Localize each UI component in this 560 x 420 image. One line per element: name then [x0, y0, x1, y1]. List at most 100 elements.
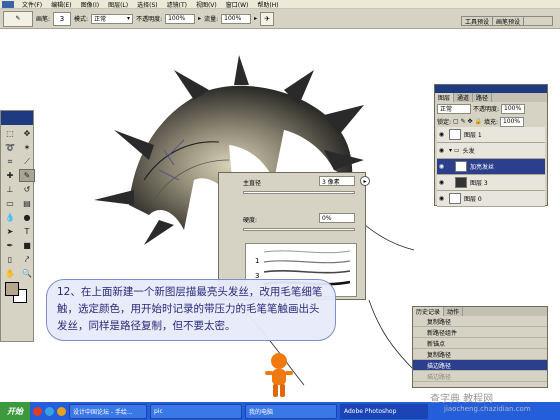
history-item[interactable]: 复制路径: [413, 349, 547, 360]
menu-file[interactable]: 文件(F): [22, 0, 42, 9]
blend-mode-select[interactable]: 正常: [437, 103, 471, 114]
crop-tool-icon[interactable]: ⌗: [2, 155, 18, 168]
palette-well: 工具预设 画笔预设: [461, 16, 553, 26]
opacity-field[interactable]: 100%: [165, 13, 196, 24]
eye-icon[interactable]: ◉: [437, 147, 446, 154]
taskbar-item-label: 我的电脑: [249, 408, 274, 416]
brush-size-value: 3: [59, 14, 65, 23]
menu-select[interactable]: 选择(S): [137, 0, 158, 9]
menu-help[interactable]: 帮助(H): [257, 0, 278, 9]
layer-row[interactable]: ◉ 图层 0: [437, 191, 545, 207]
quicklaunch-icon[interactable]: [33, 406, 42, 416]
mode-select[interactable]: 正常 ▾: [91, 13, 134, 24]
hardness-field[interactable]: 0%: [319, 213, 355, 223]
taskbar-item[interactable]: 设计中国论坛 - 手绘...: [69, 403, 147, 419]
diameter-slider[interactable]: [243, 191, 355, 194]
diameter-field[interactable]: 3 像素: [319, 176, 355, 186]
eye-icon[interactable]: ◉: [437, 195, 446, 202]
eye-icon[interactable]: ◉: [437, 163, 446, 170]
lasso-tool-icon[interactable]: ➰: [2, 141, 18, 154]
brush-size-label: 1: [255, 257, 260, 265]
history-item[interactable]: 新锚点: [413, 338, 547, 349]
toolbox-header[interactable]: [1, 111, 33, 125]
panel-title-bar[interactable]: [435, 85, 547, 93]
menu-filter[interactable]: 滤镜(T): [167, 0, 187, 9]
stamp-tool-icon[interactable]: ⊥: [2, 183, 18, 196]
gradient-tool-icon[interactable]: ▤: [19, 197, 35, 210]
hardness-value: 0%: [322, 214, 332, 222]
quicklaunch-icon[interactable]: [45, 406, 54, 416]
layer-name: 图层 1: [464, 132, 482, 139]
magic-wand-tool-icon[interactable]: ✶: [19, 141, 35, 154]
menu-view[interactable]: 视图(V): [196, 0, 217, 9]
tab-brush-presets[interactable]: 画笔预设: [493, 17, 525, 26]
foreground-color-swatch[interactable]: [5, 282, 19, 296]
fill-field[interactable]: 100%: [499, 116, 524, 127]
quicklaunch-icon[interactable]: [57, 406, 66, 416]
airbrush-icon[interactable]: ✈: [260, 11, 275, 26]
hand-tool-icon[interactable]: ✋: [2, 267, 18, 280]
tab-tool-presets[interactable]: 工具预设: [462, 17, 494, 26]
opacity-label: 不透明度:: [136, 16, 163, 23]
layer-opacity-value: 100%: [504, 105, 522, 112]
eyedropper-tool-icon[interactable]: ⤤: [19, 253, 35, 266]
type-tool-icon[interactable]: T: [19, 225, 35, 238]
tool-preset-picker[interactable]: ✎: [3, 10, 33, 27]
menu-window[interactable]: 窗口(W): [226, 0, 249, 9]
layer-name: 加亮发丝: [470, 164, 495, 171]
lock-icon[interactable]: ▢ ✎ ✥ 🔒: [453, 118, 482, 125]
blur-tool-icon[interactable]: 💧: [2, 211, 18, 224]
layer-row[interactable]: ◉ 图层 3: [437, 175, 545, 191]
eraser-tool-icon[interactable]: ▭: [2, 197, 18, 210]
tab-actions[interactable]: 动作: [444, 307, 464, 316]
layer-opacity-field[interactable]: 100%: [501, 103, 526, 114]
history-brush-tool-icon[interactable]: ↺: [19, 183, 35, 196]
taskbar-item-label: Adobe Photoshop: [344, 407, 397, 415]
history-item[interactable]: 新路径组件: [413, 327, 547, 338]
marquee-tool-icon[interactable]: ⬚: [2, 127, 18, 140]
hardness-slider[interactable]: [243, 228, 355, 231]
popup-menu-arrow-icon[interactable]: ▸: [360, 176, 370, 186]
history-item[interactable]: 复制路径: [413, 316, 547, 327]
shape-tool-icon[interactable]: ■: [19, 239, 35, 252]
pen-tool-icon[interactable]: ✒: [2, 239, 18, 252]
watermark: 查字典 教程网 jiaocheng.chazidian.com: [420, 388, 558, 418]
slice-tool-icon[interactable]: ⟋: [19, 155, 35, 168]
fill-value: 100%: [502, 118, 521, 125]
tab-layers[interactable]: 图层: [435, 93, 455, 102]
eye-icon[interactable]: ◉: [437, 131, 446, 138]
flow-value: 100%: [224, 15, 242, 22]
history-item-selected[interactable]: 描边路径: [413, 360, 547, 371]
layer-name: 图层 3: [470, 180, 488, 187]
brush-picker[interactable]: 3: [53, 11, 72, 26]
history-item-undone[interactable]: 描边路径: [413, 371, 547, 382]
dodge-tool-icon[interactable]: ●: [19, 211, 35, 224]
layer-row[interactable]: ◉ 图层 1: [437, 127, 545, 143]
tab-history[interactable]: 历史记录: [413, 307, 445, 316]
layer-name: 图层 0: [464, 196, 482, 203]
notes-tool-icon[interactable]: ▯: [2, 253, 18, 266]
layer-row-selected[interactable]: ◉ 加亮发丝: [437, 159, 545, 175]
chevron-right-icon[interactable]: ▸: [198, 15, 201, 22]
lock-label: 锁定:: [437, 119, 452, 126]
menu-layer[interactable]: 图层(L): [108, 0, 128, 9]
chevron-right-icon[interactable]: ▸: [254, 15, 257, 22]
menu-edit[interactable]: 编辑(E): [51, 0, 71, 9]
taskbar-item-active[interactable]: Adobe Photoshop: [340, 403, 428, 419]
taskbar-item[interactable]: 我的电脑: [245, 403, 337, 419]
path-select-tool-icon[interactable]: ➤: [2, 225, 18, 238]
menu-image[interactable]: 图像(I): [81, 0, 99, 9]
taskbar-item[interactable]: pic: [150, 403, 242, 419]
zoom-tool-icon[interactable]: 🔍: [19, 267, 35, 280]
tab-paths[interactable]: 路径: [473, 93, 493, 102]
eye-icon[interactable]: ◉: [437, 179, 446, 186]
brush-tool-icon[interactable]: ✎: [19, 169, 35, 182]
start-button[interactable]: 开始: [0, 402, 30, 420]
flow-field[interactable]: 100%: [221, 13, 252, 24]
layer-group-row[interactable]: ◉ ▾ ▭ 头发: [437, 143, 545, 159]
tab-channels[interactable]: 通道: [454, 93, 474, 102]
healing-tool-icon[interactable]: ✚: [2, 169, 18, 182]
move-tool-icon[interactable]: ✥: [19, 127, 35, 140]
tutorial-caption: 12、在上面新建一个新图层描最亮头发丝，改用毛笔细笔触，选定颜色，用开始时记录的…: [46, 279, 336, 341]
opacity-value: 100%: [168, 15, 186, 22]
